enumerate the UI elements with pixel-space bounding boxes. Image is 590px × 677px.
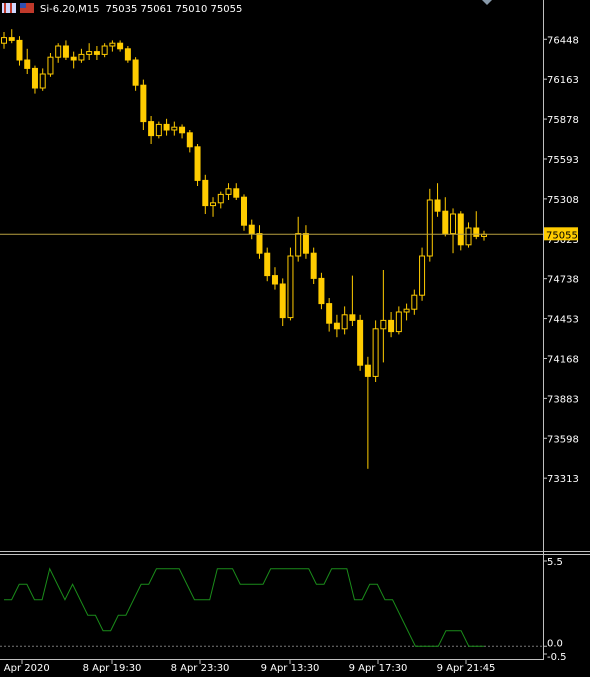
candle-body (109, 42, 116, 47)
candle-body (62, 45, 69, 58)
indicator-tick-label: -0.5 (547, 652, 567, 663)
candle-body (86, 51, 93, 55)
candle-body (380, 319, 387, 330)
candle-body (70, 56, 77, 61)
candle-body (39, 73, 46, 89)
candle-body (457, 213, 464, 246)
candle-body (202, 179, 209, 207)
candle-body (419, 255, 426, 296)
candle-body (55, 45, 62, 58)
candle-body (194, 146, 201, 181)
candle-body (31, 67, 38, 89)
price-tick-label: 75878 (547, 115, 579, 126)
flag-stripe (4, 3, 6, 13)
price-tick-label: 75308 (547, 195, 579, 206)
candle-body (473, 227, 480, 237)
candle-body (163, 123, 170, 131)
candle-body (434, 199, 441, 212)
candle-body (318, 277, 325, 305)
price-tick-label: 73598 (547, 434, 579, 445)
candle-body (171, 126, 178, 131)
candle-body (8, 37, 15, 41)
candle-body (117, 42, 124, 50)
time-tick-label: 9 Apr 21:45 (437, 663, 496, 674)
time-tick-label: 8 Apr 23:30 (171, 663, 230, 674)
price-tick-label: 76448 (547, 35, 579, 46)
candle-body (140, 84, 147, 123)
candle-body (357, 319, 364, 366)
candle-body (426, 199, 433, 257)
price-tick-label: 73883 (547, 394, 579, 405)
indicator-tick-label: 0.0 (547, 638, 563, 649)
candle-body (78, 53, 85, 61)
candle-body (279, 283, 286, 319)
candle-body (132, 59, 139, 86)
price-tick-label: 74738 (547, 275, 579, 286)
indicator-tick-label: 5.5 (547, 557, 563, 568)
candle-body (186, 132, 193, 148)
price-tick-label: 76163 (547, 75, 579, 86)
time-tick-label: 9 Apr 17:30 (349, 663, 408, 674)
flag-canton (20, 3, 26, 8)
flag-icons (2, 3, 34, 13)
candle-body (341, 314, 348, 330)
candle-body (264, 252, 271, 277)
chart-canvas[interactable]: Si-6.20 ,M15 75035 75061 75010 75055 764… (0, 0, 590, 677)
candle-body (395, 311, 402, 333)
candle-body (148, 121, 155, 137)
candle-body (155, 123, 162, 137)
ohlc-readout: 75035 75061 75010 75055 (106, 4, 243, 15)
candle-body (411, 294, 418, 310)
timeframe-label: ,M15 (75, 4, 100, 15)
candle-body (388, 319, 395, 333)
candle-body (241, 196, 247, 226)
candle-body (93, 51, 100, 55)
candle-body (295, 233, 302, 257)
candle-body (364, 364, 371, 377)
candle-body (217, 193, 224, 204)
candle-body (16, 39, 23, 61)
scroll-marker-icon[interactable] (482, 0, 492, 5)
candle-body (372, 328, 379, 377)
flag-stripe (10, 3, 12, 13)
candle-body (403, 308, 410, 313)
candle-body (271, 275, 278, 285)
candle-body (47, 56, 54, 75)
candle-body (465, 227, 472, 246)
candle-body (24, 59, 31, 69)
candle-body (287, 255, 294, 319)
time-tick-label: 9 Apr 13:30 (261, 663, 320, 674)
candle-body (450, 213, 457, 235)
candle-body (310, 252, 317, 279)
candle-body (333, 322, 340, 330)
candle-body (210, 202, 217, 207)
price-tick-label: 73313 (547, 474, 579, 485)
candle-body (225, 188, 232, 195)
candle-body (326, 303, 333, 324)
price-tick-label: 74168 (547, 354, 579, 365)
candle-body (1, 37, 7, 44)
candle-body (179, 126, 186, 134)
candle-body (349, 314, 356, 321)
current-price-label: 75055 (546, 230, 578, 241)
time-tick-label: 8 Apr 2020 (0, 663, 50, 674)
price-tick-label: 75593 (547, 155, 579, 166)
symbol-label: Si-6.20 (40, 4, 75, 15)
candle-body (442, 210, 449, 235)
indicator-line (4, 567, 484, 647)
candle-body (302, 233, 309, 254)
candle-body (101, 45, 108, 55)
price-tick-label: 74453 (547, 315, 579, 326)
candle-body (233, 188, 240, 198)
time-tick-label: 8 Apr 19:30 (83, 663, 142, 674)
candle-body (248, 224, 255, 235)
candle-body (256, 233, 263, 254)
candle-body (124, 48, 131, 61)
